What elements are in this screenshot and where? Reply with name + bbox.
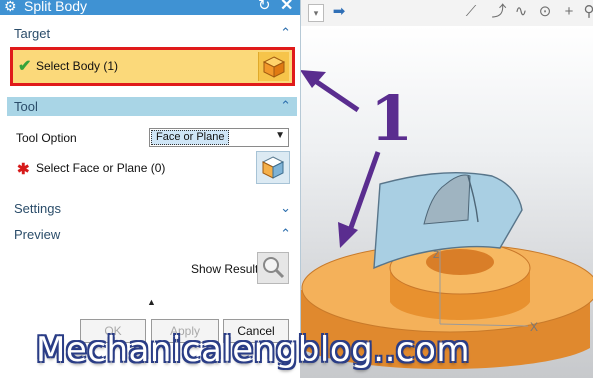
plus-icon[interactable]: + [560, 3, 578, 21]
show-result-label: Show Result [191, 262, 259, 276]
select-face-label: Select Face or Plane (0) [36, 161, 166, 175]
preview-section-title: Preview [14, 227, 61, 242]
dialog-title: Split Body [24, 0, 88, 14]
watermark: Mechanicalengblog..com [36, 330, 470, 370]
target-section-title: Target [14, 26, 51, 41]
chevron-down-icon[interactable]: ▼ [275, 130, 285, 141]
callout-arrowhead-lower [338, 222, 358, 248]
dropdown-arrow-icon[interactable]: ▾ [308, 4, 324, 22]
callout-number: 1 [370, 82, 414, 155]
cube-icon [262, 56, 286, 78]
show-result-button[interactable] [257, 252, 289, 284]
select-body-label: Select Body (1) [36, 59, 119, 73]
preview-section-header[interactable]: Preview ⌃ [7, 225, 297, 244]
line-tool-icon[interactable]: ⟋ [462, 3, 480, 21]
tool-section-header[interactable]: Tool ⌃ [7, 97, 297, 116]
tool-option-select[interactable]: Face or Plane ▼ [149, 128, 289, 147]
magnifier-icon [263, 257, 285, 279]
tool-option-value: Face or Plane [151, 130, 230, 145]
select-body-button[interactable] [258, 52, 289, 81]
callout-arrow-lower [345, 151, 381, 237]
circle-point-icon[interactable]: ⊙ [536, 3, 554, 21]
polyline-tool-icon[interactable]: ⤴ [490, 3, 508, 21]
chevron-up-icon[interactable]: ⌃ [280, 25, 291, 41]
reset-icon[interactable]: ↻ [258, 0, 271, 15]
target-section-header[interactable]: Target ⌃ [7, 24, 297, 43]
select-body-row[interactable]: ✔ Select Body (1) [10, 47, 295, 86]
split-body-dialog: ⚙ Split Body ↻ ✕ Target ⌃ ✔ Select Body … [0, 0, 301, 352]
select-face-button[interactable] [256, 151, 290, 184]
expand-triangle-icon[interactable]: ▲ [147, 297, 156, 307]
tool-section-title: Tool [14, 99, 38, 114]
z-axis-label: Z [433, 250, 439, 261]
dialog-titlebar[interactable]: ⚙ Split Body ↻ ✕ [0, 0, 300, 15]
checkmark-icon: ✔ [18, 58, 32, 75]
gear-icon[interactable]: ⚙ [4, 0, 20, 14]
close-icon[interactable]: ✕ [280, 0, 293, 15]
tool-option-label: Tool Option [16, 131, 77, 145]
chevron-up-icon[interactable]: ⌃ [280, 226, 291, 242]
settings-section-header[interactable]: Settings ⌄ [7, 199, 297, 218]
search-icon[interactable]: ⚲ [580, 3, 593, 21]
model-view: X Z [300, 70, 593, 369]
arrow-right-icon[interactable]: ➡ [330, 3, 348, 21]
curve-tool-icon[interactable]: ∿ [512, 3, 530, 21]
chevron-up-icon[interactable]: ⌃ [280, 98, 291, 114]
chevron-down-icon[interactable]: ⌄ [280, 200, 291, 216]
asterisk-icon: ✱ [17, 161, 30, 178]
cube-icon [261, 156, 285, 179]
settings-section-title: Settings [14, 201, 61, 216]
x-axis-label: X [530, 320, 538, 334]
graphics-viewport[interactable]: X Z [300, 26, 593, 378]
cad-toolbar: ▾ ➡ ⟋ ⤴ ∿ ⊙ + ⚲ [300, 0, 593, 27]
